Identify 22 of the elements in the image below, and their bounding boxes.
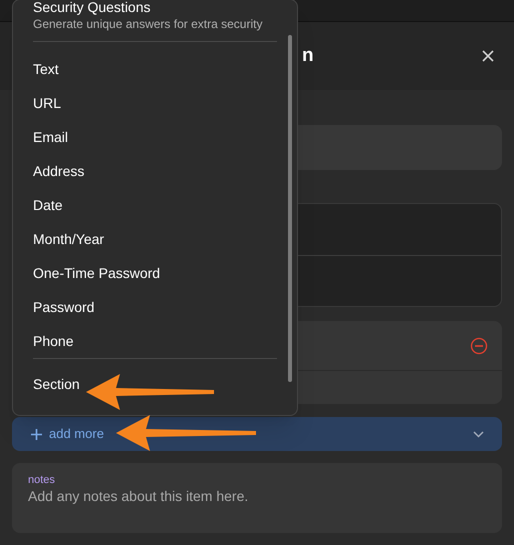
close-icon xyxy=(482,50,494,62)
menu-item-description: Generate unique answers for extra security xyxy=(33,16,264,33)
add-more-button[interactable]: add more xyxy=(12,417,502,451)
menu-item[interactable]: One-Time Password xyxy=(33,256,277,290)
menu-item[interactable]: Phone xyxy=(33,324,277,358)
menu-item[interactable]: Security Questions Generate unique answers for extra security xyxy=(33,0,277,41)
notes-label: notes xyxy=(28,473,56,487)
menu-item[interactable]: Password xyxy=(33,290,277,324)
menu-item[interactable]: URL xyxy=(33,86,277,120)
menu-item[interactable]: Email xyxy=(33,120,277,154)
menu-item[interactable]: Month/Year xyxy=(33,222,277,256)
menu-item[interactable]: Address xyxy=(33,154,277,188)
notes-placeholder: Add any notes about this item here. xyxy=(28,487,250,505)
plus-icon xyxy=(31,428,42,440)
chevron-down-icon xyxy=(473,430,484,438)
notes-field[interactable]: notes Add any notes about this item here. xyxy=(12,463,502,533)
remove-icon[interactable] xyxy=(470,336,488,354)
menu-item-title: Security Questions xyxy=(33,0,152,15)
menu-item[interactable]: Section xyxy=(33,367,277,401)
dialog-title: n xyxy=(302,44,314,68)
menu-item[interactable]: Date xyxy=(33,188,277,222)
menu-item[interactable]: Text xyxy=(33,52,277,86)
